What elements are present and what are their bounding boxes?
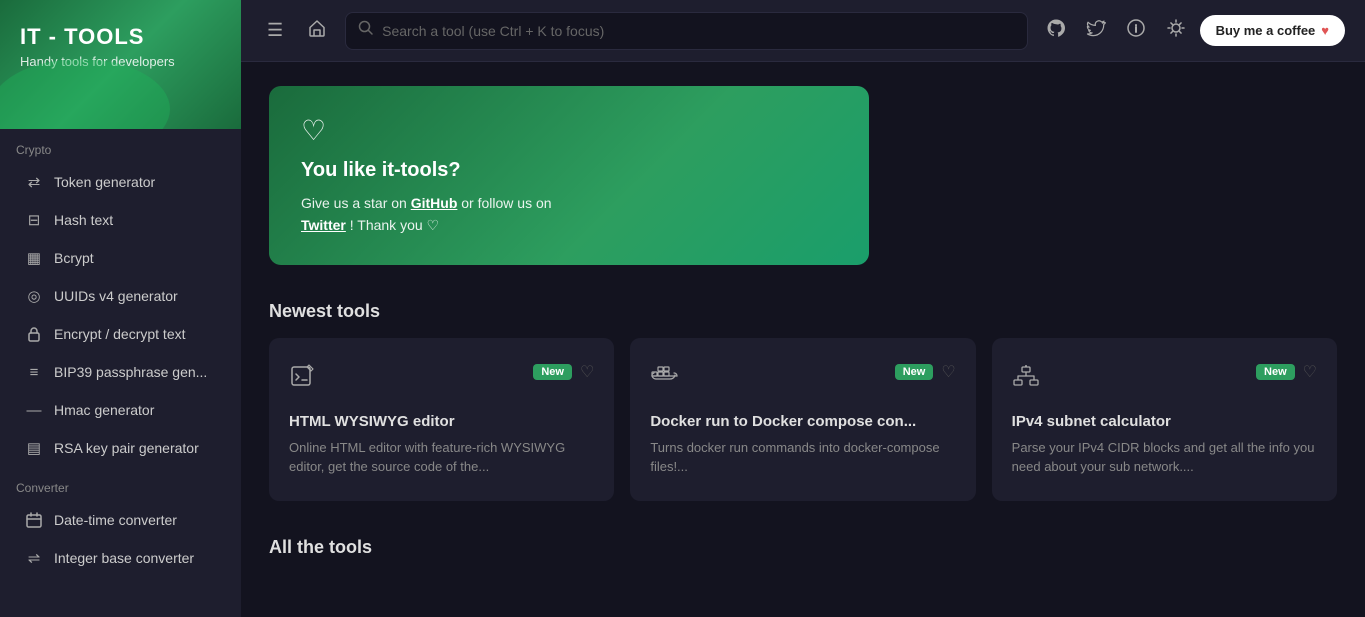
new-badge-html: New [533,364,572,380]
sidebar-item-hmac[interactable]: — Hmac generator [8,392,233,428]
promo-title: You like it-tools? [301,159,837,182]
ipv4-desc: Parse your IPv4 CIDR blocks and get all … [1012,438,1317,477]
promo-thank-heart: ♡ [427,217,440,233]
card-top: New ♡ [1012,362,1317,397]
hash-text-icon: ⊟ [24,210,44,230]
sidebar-item-date-time[interactable]: Date-time converter [8,502,233,538]
token-generator-icon: ⇄ [24,172,44,192]
sidebar-item-token-generator[interactable]: ⇄ Token generator [8,164,233,200]
hmac-icon: — [24,400,44,420]
newest-tools-title: Newest tools [269,301,1337,322]
app-subtitle: Handy tools for developers [20,54,221,69]
sidebar-header: IT - TOOLS Handy tools for developers [0,0,241,129]
sidebar-item-encrypt-decrypt[interactable]: Encrypt / decrypt text [8,316,233,352]
card-top: New ♡ [650,362,955,397]
app-title: IT - TOOLS [20,24,221,50]
card-badges: New ♡ [533,362,594,382]
uuids-icon: ◎ [24,286,44,306]
twitter-button[interactable] [1080,12,1112,49]
github-icon [1046,18,1066,43]
search-icon [358,20,374,41]
tool-card-ipv4[interactable]: New ♡ IPv4 subnet calculator Parse your … [992,338,1337,501]
promo-text-before: Give us a star on [301,195,411,211]
card-top: New ♡ [289,362,594,397]
promo-text-middle: or follow us on [461,195,551,211]
coffee-heart-icon: ♥ [1321,23,1329,38]
favorite-icon-html[interactable]: ♡ [580,362,594,382]
sidebar-item-bcrypt[interactable]: ▦ Bcrypt [8,240,233,276]
home-button[interactable] [301,12,333,49]
github-button[interactable] [1040,12,1072,49]
search-bar [345,12,1027,50]
menu-icon: ☰ [267,20,283,41]
theme-icon [1166,18,1186,43]
theme-button[interactable] [1160,12,1192,49]
html-wysiwyg-title: HTML WYSIWYG editor [289,413,594,430]
docker-desc: Turns docker run commands into docker-co… [650,438,955,477]
html-wysiwyg-icon [289,362,317,397]
content-area: ♡ You like it-tools? Give us a star on G… [241,62,1365,617]
docker-title: Docker run to Docker compose con... [650,413,955,430]
bip39-icon: ≡ [24,362,44,382]
sidebar-item-hash-text[interactable]: ⊟ Hash text [8,202,233,238]
favorite-icon-docker[interactable]: ♡ [941,362,955,382]
buy-coffee-button[interactable]: Buy me a coffee ♥ [1200,15,1345,46]
newest-tools-grid: New ♡ HTML WYSIWYG editor Online HTML ed… [269,338,1337,501]
info-button[interactable] [1120,12,1152,49]
ipv4-title: IPv4 subnet calculator [1012,413,1317,430]
search-input[interactable] [382,23,1014,39]
twitter-link[interactable]: Twitter [301,217,346,233]
card-badges: New ♡ [895,362,956,382]
sidebar-item-rsa[interactable]: ▤ RSA key pair generator [8,430,233,466]
sidebar-item-uuids[interactable]: ◎ UUIDs v4 generator [8,278,233,314]
sidebar: IT - TOOLS Handy tools for developers Cr… [0,0,241,617]
sidebar-section-crypto: Crypto [0,129,241,163]
topbar: ☰ [241,0,1365,62]
promo-text: Give us a star on GitHub or follow us on… [301,192,837,237]
ipv4-icon [1012,362,1040,397]
tool-card-docker[interactable]: New ♡ Docker run to Docker compose con..… [630,338,975,501]
sidebar-item-integer-base[interactable]: ⇌ Integer base converter [8,540,233,576]
bcrypt-icon: ▦ [24,248,44,268]
promo-text-after: ! Thank you [350,217,427,233]
sidebar-section-converter: Converter [0,467,241,501]
promo-heart-icon: ♡ [301,114,837,147]
new-badge-ipv4: New [1256,364,1295,380]
menu-button[interactable]: ☰ [261,14,289,47]
main-panel: ☰ [241,0,1365,617]
github-link[interactable]: GitHub [411,195,458,211]
date-time-icon [24,510,44,530]
new-badge-docker: New [895,364,934,380]
sidebar-item-bip39[interactable]: ≡ BIP39 passphrase gen... [8,354,233,390]
docker-icon [650,362,678,397]
html-wysiwyg-desc: Online HTML editor with feature-rich WYS… [289,438,594,477]
topbar-right: Buy me a coffee ♥ [1040,12,1345,49]
all-tools-title: All the tools [269,537,1337,558]
rsa-icon: ▤ [24,438,44,458]
encrypt-icon [24,324,44,344]
info-icon [1126,18,1146,43]
favorite-icon-ipv4[interactable]: ♡ [1303,362,1317,382]
home-icon [307,18,327,43]
buy-coffee-label: Buy me a coffee [1216,23,1316,38]
tool-card-html-wysiwyg[interactable]: New ♡ HTML WYSIWYG editor Online HTML ed… [269,338,614,501]
card-badges: New ♡ [1256,362,1317,382]
promo-card: ♡ You like it-tools? Give us a star on G… [269,86,869,265]
twitter-icon [1086,18,1106,43]
integer-base-icon: ⇌ [24,548,44,568]
